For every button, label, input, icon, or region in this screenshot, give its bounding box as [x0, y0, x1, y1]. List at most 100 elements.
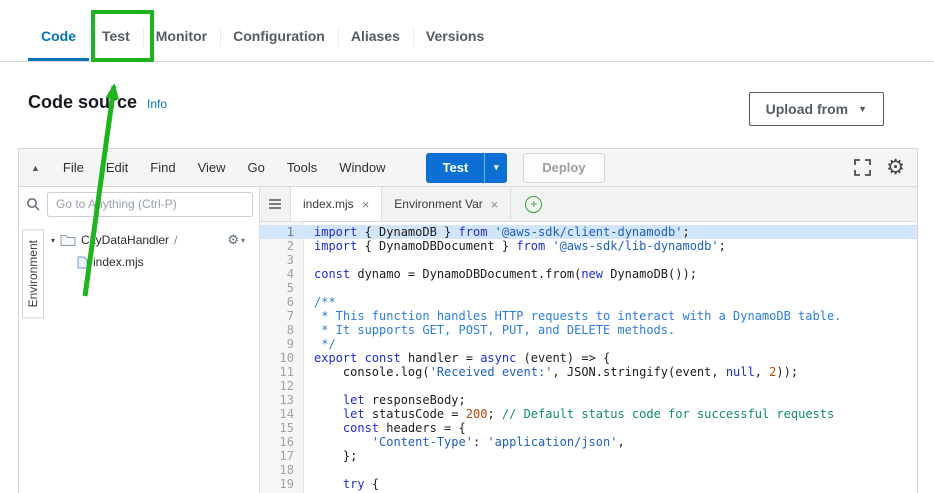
code-line[interactable]: import { DynamoDBDocument } from '@aws-s…: [304, 239, 917, 253]
code-line[interactable]: console.log('Received event:', JSON.stri…: [304, 365, 917, 379]
editor-tab-label: Environment Var: [394, 197, 483, 211]
code-line[interactable]: [304, 281, 917, 295]
line-number[interactable]: 12: [260, 379, 303, 393]
line-number[interactable]: 7: [260, 309, 303, 323]
line-number[interactable]: 10: [260, 351, 303, 365]
tab-code[interactable]: Code: [28, 14, 89, 61]
deploy-button[interactable]: Deploy: [523, 152, 605, 183]
code-line[interactable]: };: [304, 449, 917, 463]
collapse-toolbar-icon[interactable]: ▲: [31, 163, 40, 173]
info-link[interactable]: Info: [147, 97, 167, 111]
tree-settings-gear-icon[interactable]: ⚙ ▾: [227, 232, 245, 248]
line-number[interactable]: 3: [260, 253, 303, 267]
sidebar-search-row: [19, 187, 259, 221]
code-line[interactable]: /**: [304, 295, 917, 309]
line-number[interactable]: 5: [260, 281, 303, 295]
code-line[interactable]: const headers = {: [304, 421, 917, 435]
lambda-console-page: Code Test Monitor Configuration Aliases …: [0, 0, 934, 493]
menu-view[interactable]: View: [187, 160, 237, 175]
line-number[interactable]: 18: [260, 463, 303, 477]
test-button[interactable]: Test ▾: [426, 152, 508, 183]
line-number[interactable]: 17: [260, 449, 303, 463]
tab-configuration[interactable]: Configuration: [220, 14, 338, 61]
code-line[interactable]: import { DynamoDB } from '@aws-sdk/clien…: [304, 225, 917, 239]
new-tab-icon[interactable]: +: [525, 195, 543, 213]
file-tree: ▾ CityDataHandler / ⚙ ▾ index.mjs: [47, 221, 259, 493]
tab-list-icon[interactable]: [260, 187, 290, 221]
chevron-down-icon: ▾: [240, 235, 245, 245]
code-editor-panel: ▲ File Edit Find View Go Tools Window Te…: [18, 148, 918, 493]
editor-tab-environment-variables[interactable]: Environment Var ×: [382, 187, 512, 221]
line-number[interactable]: 6: [260, 295, 303, 309]
environment-tab[interactable]: Environment: [22, 229, 44, 319]
test-button-label: Test: [442, 160, 469, 175]
code-line[interactable]: [304, 379, 917, 393]
line-number[interactable]: 19: [260, 477, 303, 491]
menu-window[interactable]: Window: [328, 160, 396, 175]
environment-strip: Environment: [19, 221, 47, 493]
tab-monitor[interactable]: Monitor: [142, 14, 220, 61]
code-source-header: Code source Info Upload from ▼: [28, 92, 884, 126]
file-label: index.mjs: [93, 255, 144, 269]
line-number[interactable]: 11: [260, 365, 303, 379]
code-line[interactable]: * This function handles HTTP requests to…: [304, 309, 917, 323]
tree-folder-citydatahandler[interactable]: ▾ CityDataHandler / ⚙ ▾: [47, 229, 259, 251]
caret-down-icon[interactable]: ▾: [51, 236, 55, 245]
file-sidebar: Environment ▾ CityDataHandler / ⚙▾: [19, 187, 260, 493]
editor-pane: index.mjs × Environment Var × + 12345678…: [260, 187, 917, 493]
upload-from-button[interactable]: Upload from ▼: [748, 92, 884, 126]
editor-tab-label: index.mjs: [303, 197, 354, 211]
tab-test[interactable]: Test: [89, 14, 143, 61]
code-line[interactable]: */: [304, 337, 917, 351]
code-line[interactable]: let statusCode = 200; // Default status …: [304, 407, 917, 421]
line-number[interactable]: 16: [260, 435, 303, 449]
menu-go[interactable]: Go: [237, 160, 276, 175]
chevron-down-icon: ▼: [858, 103, 867, 114]
line-number[interactable]: 9: [260, 337, 303, 351]
folder-icon: [60, 235, 76, 246]
settings-gear-icon[interactable]: ⚙: [886, 157, 905, 178]
code-lines[interactable]: import { DynamoDB } from '@aws-sdk/clien…: [304, 222, 917, 493]
code-line[interactable]: [304, 253, 917, 267]
close-icon[interactable]: ×: [362, 198, 370, 211]
line-number[interactable]: 1: [260, 225, 303, 239]
line-number[interactable]: 4: [260, 267, 303, 281]
editor-tab-bar: index.mjs × Environment Var × +: [260, 187, 917, 222]
upload-from-label: Upload from: [765, 101, 849, 117]
code-line[interactable]: const dynamo = DynamoDBDocument.from(new…: [304, 267, 917, 281]
fullscreen-icon[interactable]: [854, 159, 872, 176]
line-number[interactable]: 2: [260, 239, 303, 253]
code-line[interactable]: try {: [304, 477, 917, 491]
code-line[interactable]: * It supports GET, POST, PUT, and DELETE…: [304, 323, 917, 337]
sidebar-main: Environment ▾ CityDataHandler / ⚙ ▾ inde…: [19, 221, 259, 493]
menu-find[interactable]: Find: [139, 160, 186, 175]
file-js-icon: [77, 256, 88, 268]
goto-anything-input[interactable]: [47, 191, 253, 217]
line-number[interactable]: 8: [260, 323, 303, 337]
code-area: 1 2 3 4 5 6 7 8 9 10 11 12 13 14 15 16 17 18 19 import { D…: [260, 222, 917, 493]
menu-edit[interactable]: Edit: [95, 160, 139, 175]
line-number[interactable]: 15: [260, 421, 303, 435]
path-separator: /: [174, 233, 178, 247]
editor-toolbar: ▲ File Edit Find View Go Tools Window Te…: [19, 149, 917, 187]
tab-aliases[interactable]: Aliases: [337, 14, 413, 61]
close-icon[interactable]: ×: [491, 198, 499, 211]
tree-file-indexmjs[interactable]: index.mjs: [47, 251, 259, 273]
code-line[interactable]: [304, 463, 917, 477]
function-tabs: Code Test Monitor Configuration Aliases …: [0, 0, 934, 62]
line-number[interactable]: 14: [260, 407, 303, 421]
gutter[interactable]: 1 2 3 4 5 6 7 8 9 10 11 12 13 14 15 16 17 18 19: [260, 222, 304, 493]
code-line[interactable]: let responseBody;: [304, 393, 917, 407]
code-line[interactable]: 'Content-Type': 'application/json',: [304, 435, 917, 449]
line-number[interactable]: 13: [260, 393, 303, 407]
chevron-down-icon[interactable]: ▾: [484, 152, 507, 183]
search-icon[interactable]: [19, 197, 47, 211]
menu-tools[interactable]: Tools: [276, 160, 328, 175]
code-line[interactable]: export const handler = async (event) => …: [304, 351, 917, 365]
menu-file[interactable]: File: [52, 160, 95, 175]
editor-tab-indexmjs[interactable]: index.mjs ×: [290, 187, 383, 221]
editor-body: Environment ▾ CityDataHandler / ⚙▾: [19, 187, 917, 493]
page-title: Code source: [28, 92, 138, 112]
tab-versions[interactable]: Versions: [412, 14, 497, 61]
folder-label: CityDataHandler: [81, 233, 170, 247]
